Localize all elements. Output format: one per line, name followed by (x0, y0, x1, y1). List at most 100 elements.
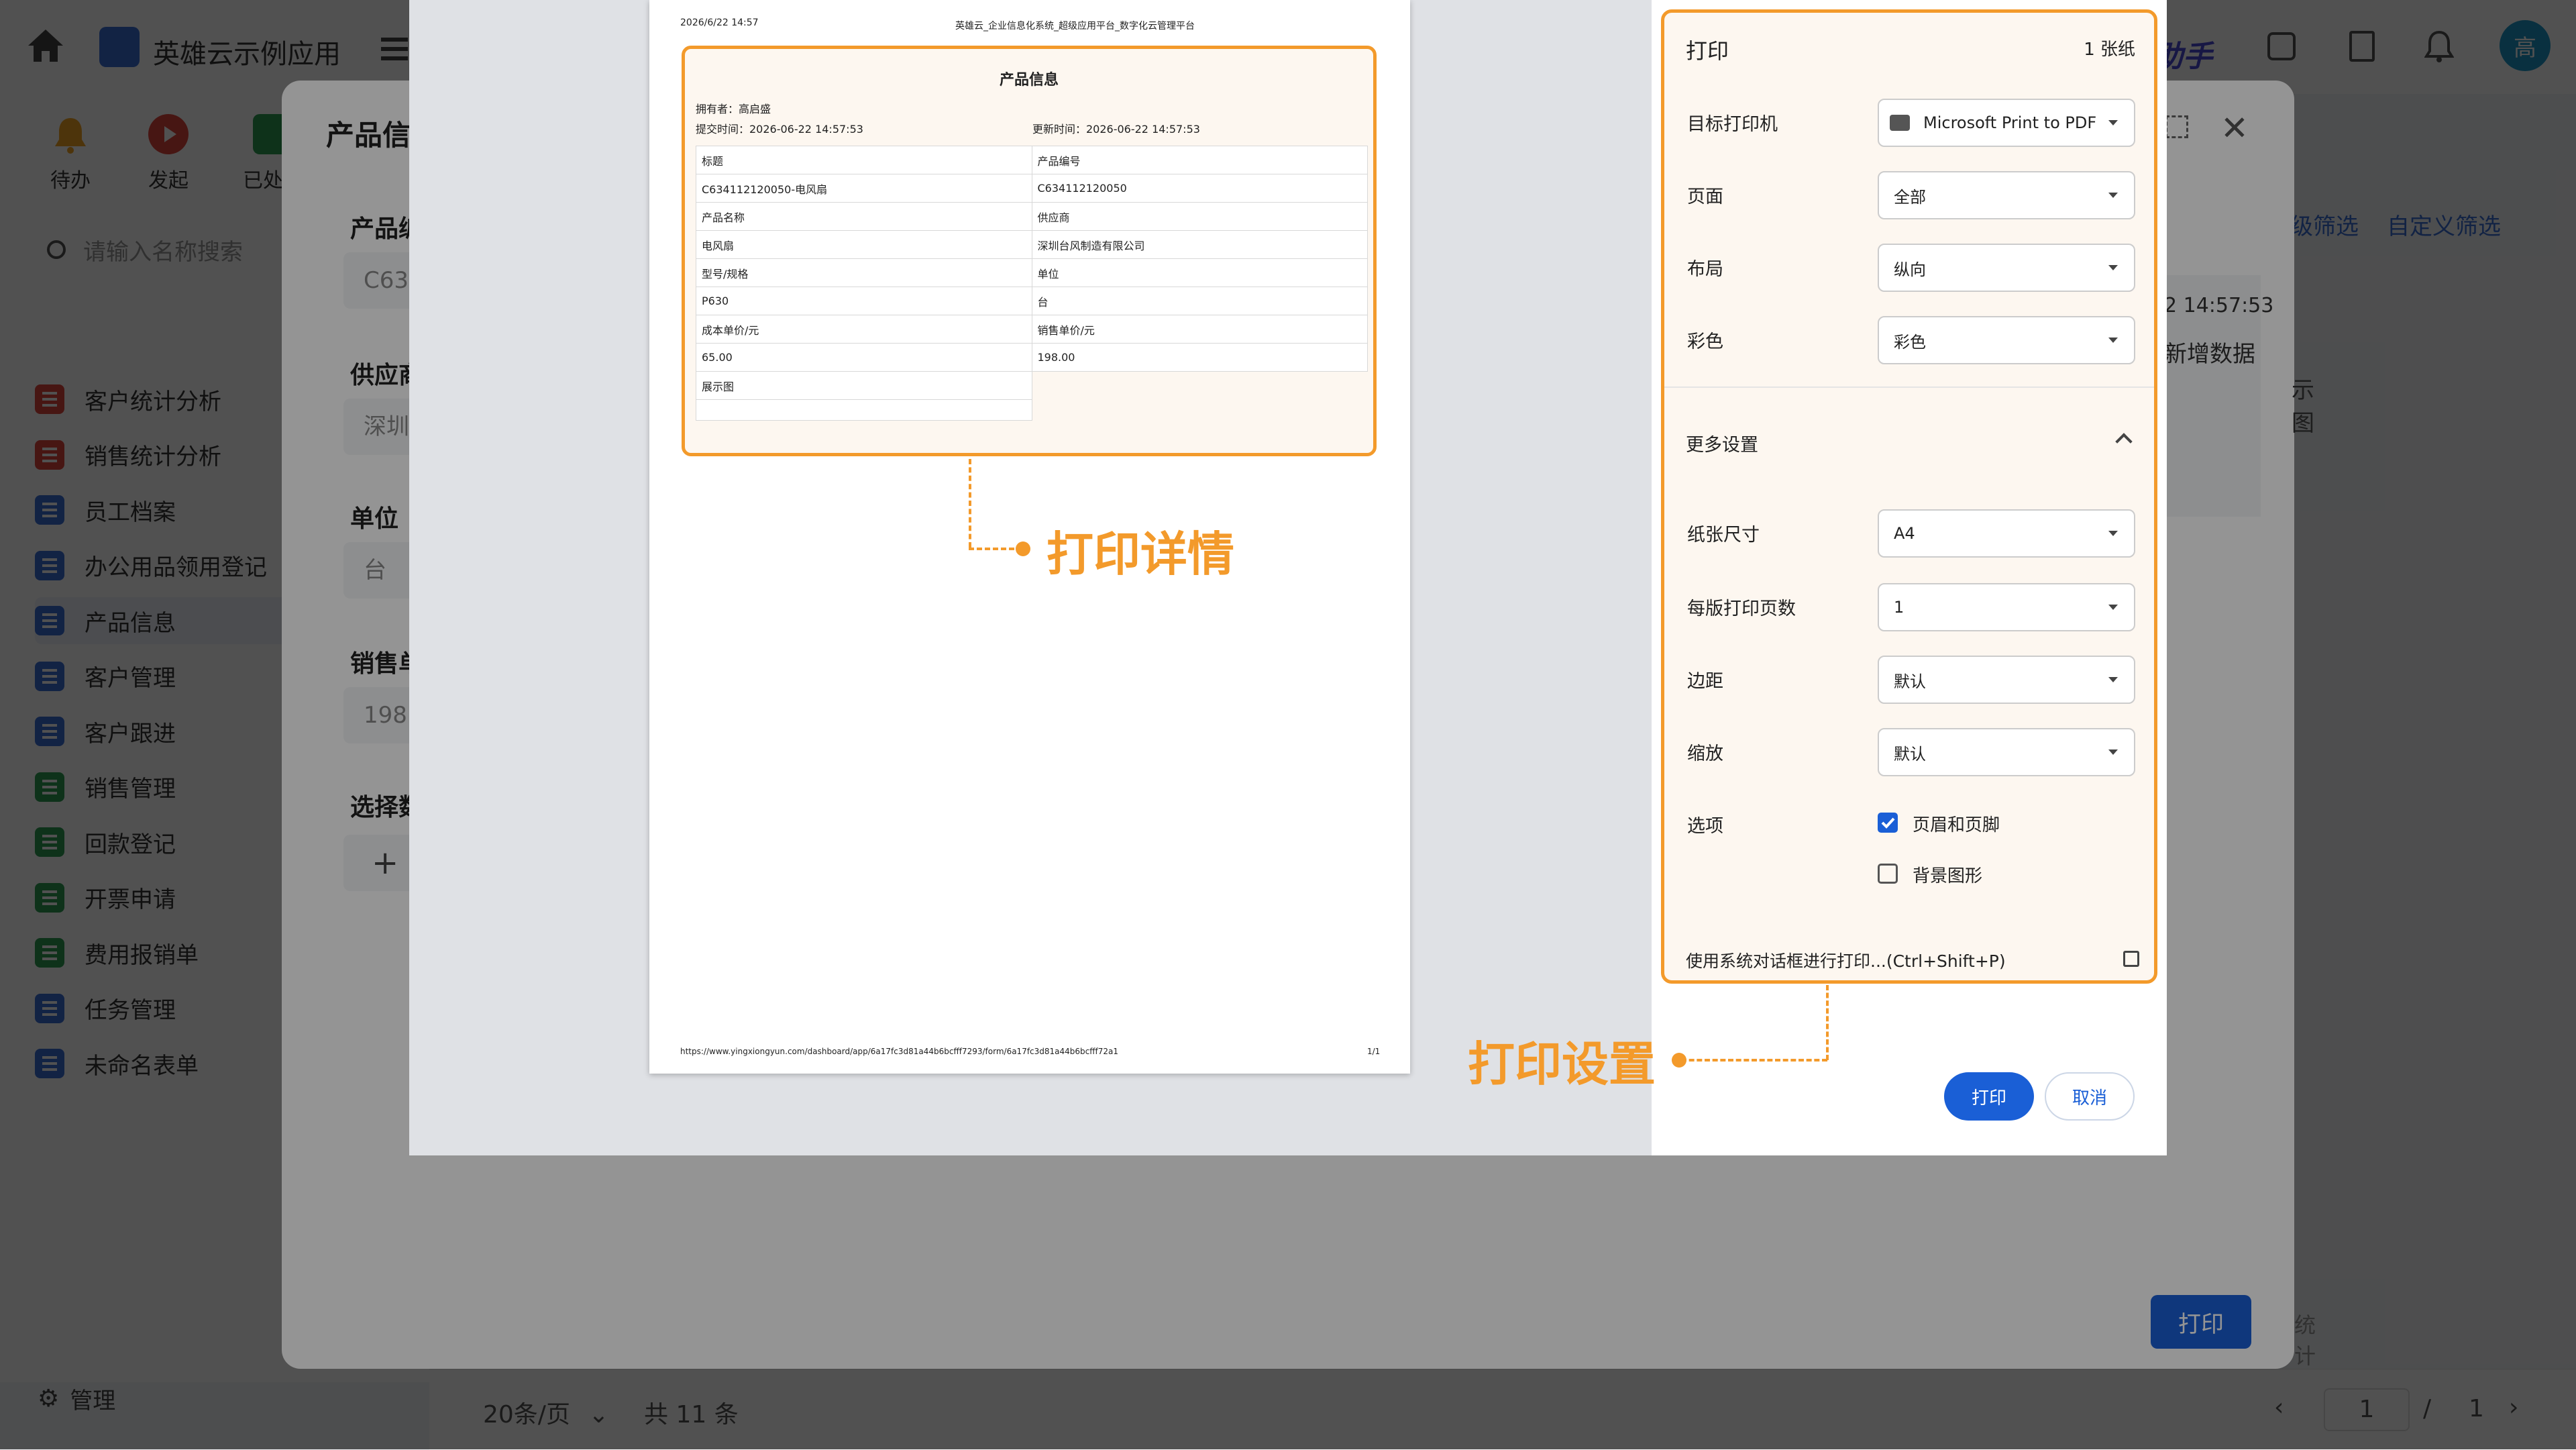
scale-value: 默认 (1894, 744, 1926, 764)
table-cell: 型号/规格 (696, 258, 1032, 287)
checkmark-icon (1881, 817, 1895, 829)
preview-header-date: 2026/6/22 14:57 (680, 17, 759, 28)
margins-select[interactable]: 默认 (1878, 656, 2135, 704)
background-graphics-label: 背景图形 (1913, 866, 1983, 886)
color-label: 彩色 (1687, 331, 1723, 352)
preview-section-title: 产品信息 (999, 72, 1059, 89)
chevron-down-icon (2108, 677, 2118, 682)
table-cell: 产品编号 (1031, 146, 1368, 174)
open-external-icon (2123, 951, 2139, 967)
table-row: 展示图 (696, 371, 1368, 400)
preview-update-time: 更新时间：2026-06-22 14:57:53 (1032, 123, 1200, 136)
pages-per-sheet-label: 每版打印页数 (1687, 599, 1796, 619)
chevron-up-icon (2115, 433, 2133, 450)
image-cell (696, 399, 1032, 421)
printer-label: 目标打印机 (1687, 114, 1778, 135)
table-cell: 深圳台风制造有限公司 (1031, 230, 1368, 259)
annotation-dot (1672, 1053, 1686, 1068)
preview-header-title: 英雄云_企业信息化系统_超级应用平台_数字化云管理平台 (955, 21, 1195, 32)
table-cell: 单位 (1031, 258, 1368, 287)
margins-label: 边距 (1687, 671, 1723, 692)
table-row: 65.00 198.00 (696, 343, 1368, 372)
annotation-connector (1826, 985, 1829, 1060)
pages-per-sheet-value: 1 (1894, 598, 1904, 617)
chevron-down-icon (2108, 749, 2118, 755)
print-preview-page: 2026/6/22 14:57 英雄云_企业信息化系统_超级应用平台_数字化云管… (649, 0, 1410, 1074)
table-cell: C634112120050-电风扇 (696, 174, 1032, 203)
annotation-print-detail: 打印详情 (1046, 526, 1234, 582)
print-settings-title: 打印 (1686, 38, 1729, 64)
more-settings-label: 更多设置 (1686, 435, 1758, 456)
paper-size-value: A4 (1894, 524, 1915, 543)
chevron-down-icon (2108, 338, 2118, 343)
annotation-connector (969, 459, 971, 548)
preview-footer-page: 1/1 (1367, 1047, 1381, 1056)
color-select[interactable]: 彩色 (1878, 316, 2135, 364)
print-button[interactable]: 打印 (1944, 1072, 2034, 1121)
table-row: 产品名称 供应商 (696, 202, 1368, 231)
printer-select[interactable]: Microsoft Print to PDF (1878, 99, 2135, 147)
paper-size-select[interactable]: A4 (1878, 509, 2135, 558)
cancel-button[interactable]: 取消 (2045, 1072, 2135, 1121)
table-cell: C634112120050 (1031, 174, 1368, 203)
table-row: 成本单价/元 销售单价/元 (696, 315, 1368, 344)
table-row: 标题 产品编号 (696, 146, 1368, 174)
options-label: 选项 (1687, 816, 1723, 837)
background-graphics-checkbox[interactable] (1878, 864, 1898, 884)
layout-label: 布局 (1687, 259, 1723, 280)
table-row: C634112120050-电风扇 C634112120050 (696, 174, 1368, 203)
preview-owner: 拥有者：高启盛 (696, 103, 771, 115)
print-settings-box: 打印 1 张纸 目标打印机 Microsoft Print to PDF 页面 … (1661, 9, 2157, 984)
layout-select[interactable]: 纵向 (1878, 244, 2135, 292)
table-cell: 产品名称 (696, 202, 1032, 231)
table-cell: 台 (1031, 287, 1368, 315)
header-footer-checkbox[interactable] (1878, 813, 1898, 833)
table-cell (1032, 372, 1368, 421)
annotation-connector (969, 548, 1022, 550)
table-row: 电风扇 深圳台风制造有限公司 (696, 230, 1368, 259)
sheet-count: 1 张纸 (2084, 40, 2135, 60)
table-cell: 65.00 (696, 343, 1032, 372)
color-value: 彩色 (1894, 332, 1926, 352)
table-cell: 展示图 (696, 371, 1032, 400)
annotation-print-settings: 打印设置 (1468, 1036, 1656, 1092)
preview-table: 标题 产品编号 C634112120050-电风扇 C634112120050 产品名称… (696, 146, 1368, 421)
scale-label: 缩放 (1687, 743, 1723, 764)
preview-submit-time: 提交时间：2026-06-22 14:57:53 (696, 123, 863, 136)
table-row: 型号/规格 单位 (696, 258, 1368, 287)
table-row: P630 台 (696, 287, 1368, 315)
chevron-down-icon (2108, 265, 2118, 270)
cancel-button-label: 取消 (2072, 1088, 2107, 1108)
system-dialog-link[interactable]: 使用系统对话框进行打印...(Ctrl+Shift+P) (1686, 948, 2139, 975)
chevron-down-icon (2108, 531, 2118, 536)
margins-value: 默认 (1894, 672, 1926, 691)
paper-size-label: 纸张尺寸 (1687, 525, 1760, 546)
chevron-down-icon (2108, 193, 2118, 198)
table-cell: P630 (696, 287, 1032, 315)
print-detail-box: 产品信息 拥有者：高启盛 提交时间：2026-06-22 14:57:53 更新… (682, 46, 1377, 456)
scale-select[interactable]: 默认 (1878, 728, 2135, 776)
table-cell: 电风扇 (696, 230, 1032, 259)
annotation-dot (1016, 541, 1030, 556)
printer-value: Microsoft Print to PDF (1923, 113, 2097, 132)
table-cell: 198.00 (1031, 343, 1368, 372)
table-cell: 销售单价/元 (1031, 315, 1368, 344)
table-cell: 标题 (696, 146, 1032, 174)
system-dialog-label: 使用系统对话框进行打印...(Ctrl+Shift+P) (1686, 951, 2006, 971)
annotation-connector (1681, 1059, 1827, 1061)
more-settings-toggle[interactable]: 更多设置 (1664, 415, 2154, 469)
table-cell: 成本单价/元 (696, 315, 1032, 344)
chevron-down-icon (2108, 605, 2118, 610)
pages-select[interactable]: 全部 (1878, 171, 2135, 219)
divider (1664, 386, 2154, 388)
table-cell: 供应商 (1031, 202, 1368, 231)
pages-label: 页面 (1687, 187, 1723, 207)
printer-icon (1890, 115, 1910, 131)
pages-per-sheet-select[interactable]: 1 (1878, 583, 2135, 631)
preview-footer-url: https://www.yingxiongyun.com/dashboard/a… (680, 1047, 1119, 1056)
print-button-label: 打印 (1971, 1088, 2006, 1108)
pages-value: 全部 (1894, 187, 1926, 207)
chevron-down-icon (2108, 120, 2118, 125)
header-footer-label: 页眉和页脚 (1913, 815, 2000, 835)
layout-value: 纵向 (1894, 260, 1926, 279)
